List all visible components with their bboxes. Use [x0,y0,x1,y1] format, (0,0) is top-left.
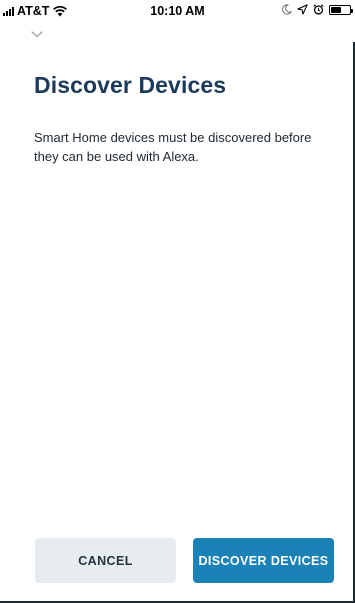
battery-icon [329,4,353,15]
discover-devices-button[interactable]: DISCOVER DEVICES [193,538,334,583]
description-text: Smart Home devices must be discovered be… [34,130,312,164]
alarm-icon [313,4,324,15]
moon-icon [282,4,292,15]
status-bar: AT&T 10:10 AM [0,0,355,22]
location-icon [297,4,308,15]
page-title: Discover Devices [34,72,227,98]
chevron-down-icon[interactable] [30,28,44,40]
cancel-button[interactable]: CANCEL [35,538,176,583]
status-right [281,4,353,15]
discover-devices-screen: AT&T 10:10 AM Discover Devices Smart Hom… [0,0,355,603]
battery-level-fill [331,6,341,13]
